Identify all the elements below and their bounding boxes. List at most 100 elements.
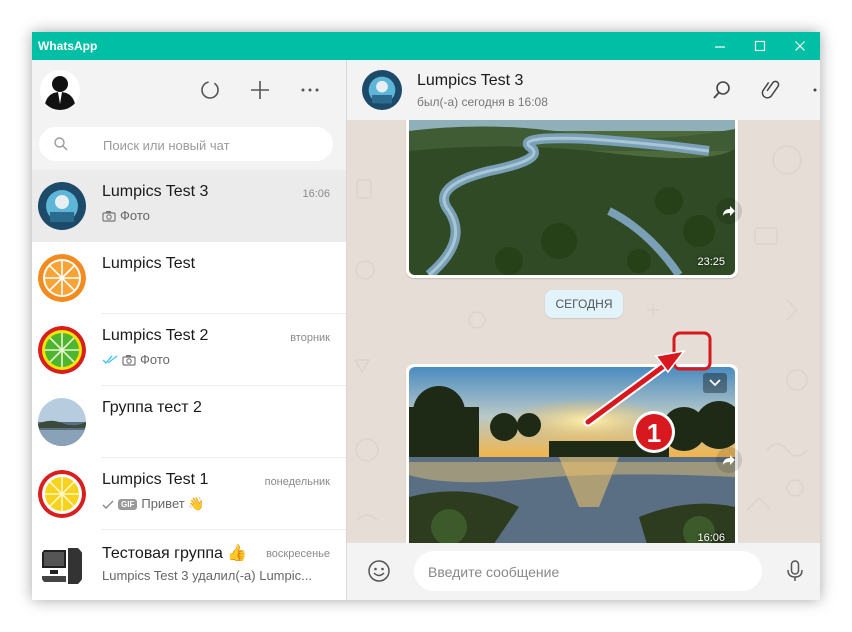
orange-slice-icon <box>38 254 86 302</box>
chat-name: Группа тест 2 <box>102 399 202 416</box>
chat-preview: Lumpics Test 3 удалил(-а) Lumpic... <box>102 568 312 583</box>
chat-item-lumpics-test-3[interactable]: Lumpics Test 3 16:06 Фото <box>32 170 346 242</box>
message-area[interactable]: 23:25 СЕГОДНЯ 16:06 <box>347 120 820 543</box>
forward-arrow-icon <box>723 206 735 216</box>
maximize-button[interactable] <box>740 32 780 60</box>
close-button[interactable] <box>780 32 820 60</box>
chat-item-group-test-2[interactable]: Группа тест 2 <box>32 386 346 458</box>
avatar <box>38 254 86 302</box>
search-bar <box>32 120 346 170</box>
message-input[interactable] <box>426 551 750 593</box>
avatar-image-icon <box>38 182 86 230</box>
image-message[interactable]: 23:25 <box>406 120 738 278</box>
conversation-menu-button[interactable] <box>808 76 820 104</box>
chat-item-test-group[interactable]: Тестовая группа 👍 воскресенье Lumpics Te… <box>32 530 346 600</box>
forward-button[interactable] <box>716 447 742 473</box>
chat-list-pane: Lumpics Test 3 16:06 Фото <box>32 60 347 600</box>
check-icon <box>102 500 114 509</box>
whatsapp-window: WhatsApp Поиск или новый чат Lumpics Tes… <box>32 32 820 600</box>
forward-button[interactable] <box>716 198 742 224</box>
gif-icon: GIF <box>118 498 138 510</box>
chat-list: Lumpics Test 3 16:06 Фото Lumpics Test L… <box>32 170 346 600</box>
minimize-button[interactable] <box>700 32 740 60</box>
window-title: WhatsApp <box>38 39 98 53</box>
avatar <box>38 326 86 374</box>
avatar <box>38 398 86 446</box>
message-menu-button[interactable] <box>703 373 727 393</box>
chat-item-lumpics-test[interactable]: Lumpics Test <box>32 242 346 314</box>
search-icon <box>54 137 68 151</box>
forward-arrow-icon <box>723 455 735 465</box>
chat-time: вторник <box>290 332 330 344</box>
emoji-button[interactable] <box>365 557 393 585</box>
landscape-avatar-icon <box>38 398 86 446</box>
chat-name: Lumpics Test 1 <box>102 471 209 488</box>
chat-preview-text: Фото <box>140 352 170 367</box>
chat-preview: Фото <box>102 208 150 223</box>
search-input[interactable] <box>101 127 325 163</box>
contact-avatar[interactable] <box>362 70 402 110</box>
more-dots-icon <box>301 88 319 92</box>
message-photo[interactable]: 16:06 <box>409 367 735 543</box>
voice-message-button[interactable] <box>781 557 809 585</box>
status-button[interactable] <box>196 76 224 104</box>
computer-avatar-icon <box>38 542 86 590</box>
avatar <box>38 470 86 518</box>
conversation-pane: Lumpics Test 3 был(-а) сегодня в 16:08 2… <box>347 60 820 600</box>
profile-avatar[interactable] <box>40 70 80 110</box>
chat-item-lumpics-test-2[interactable]: Lumpics Test 2 вторник Фото <box>32 314 346 386</box>
chat-time: 16:06 <box>302 188 330 200</box>
more-dots-icon <box>813 88 817 92</box>
avatar <box>38 182 86 230</box>
chat-preview: Фото <box>102 352 170 367</box>
smiley-icon <box>368 560 390 582</box>
compose-bar <box>347 543 820 600</box>
message-time: 23:25 <box>697 256 725 268</box>
conversation-header[interactable]: Lumpics Test 3 был(-а) сегодня в 16:08 <box>347 60 820 121</box>
river-forest-photo <box>409 120 735 275</box>
attach-button[interactable] <box>758 76 786 104</box>
chat-preview-text: Привет 👋 <box>141 496 205 511</box>
contact-name: Lumpics Test 3 <box>417 72 524 89</box>
status-circle-icon <box>201 81 219 99</box>
menu-button[interactable] <box>296 76 324 104</box>
chevron-down-icon <box>709 379 721 387</box>
camera-icon <box>122 354 136 366</box>
lemon-slice-icon <box>38 470 86 518</box>
microphone-icon <box>787 560 803 581</box>
message-photo[interactable]: 23:25 <box>409 120 735 275</box>
chat-name: Lumpics Test 2 <box>102 327 209 344</box>
title-bar[interactable]: WhatsApp <box>32 32 820 60</box>
plus-icon <box>251 81 269 99</box>
close-icon <box>795 41 805 51</box>
contact-status: был(-а) сегодня в 16:08 <box>417 95 548 109</box>
message-input-box[interactable] <box>414 551 762 593</box>
new-chat-button[interactable] <box>246 76 274 104</box>
chat-preview: GIF Привет 👋 <box>102 496 205 512</box>
chat-preview-text: Фото <box>120 208 150 223</box>
sidebar-header <box>32 60 346 120</box>
chat-time: понедельник <box>264 476 330 488</box>
chat-item-lumpics-test-1[interactable]: Lumpics Test 1 понедельник GIF Привет 👋 <box>32 458 346 530</box>
chat-name: Lumpics Test 3 <box>102 183 209 200</box>
camera-icon <box>102 210 116 222</box>
lime-slice-icon <box>38 326 86 374</box>
paperclip-icon <box>761 80 780 99</box>
profile-silhouette-icon <box>40 70 80 110</box>
avatar <box>38 542 86 590</box>
chat-name: Тестовая группа 👍 <box>102 545 248 562</box>
avatar-image-icon <box>362 70 402 110</box>
chat-name: Lumpics Test <box>102 255 196 272</box>
chat-time: воскресенье <box>266 548 330 560</box>
image-message[interactable]: 16:06 <box>406 364 738 543</box>
maximize-icon <box>754 40 766 52</box>
chat-preview-text: Lumpics Test 3 удалил(-а) Lumpic... <box>102 568 312 583</box>
double-check-icon <box>102 355 118 365</box>
sunset-lake-photo <box>409 367 735 543</box>
search-chat-button[interactable] <box>708 76 736 104</box>
minimize-icon <box>715 46 725 48</box>
search-icon <box>713 81 730 99</box>
search-box[interactable] <box>39 127 333 163</box>
date-separator: СЕГОДНЯ <box>545 290 623 318</box>
message-time: 16:06 <box>697 532 725 543</box>
